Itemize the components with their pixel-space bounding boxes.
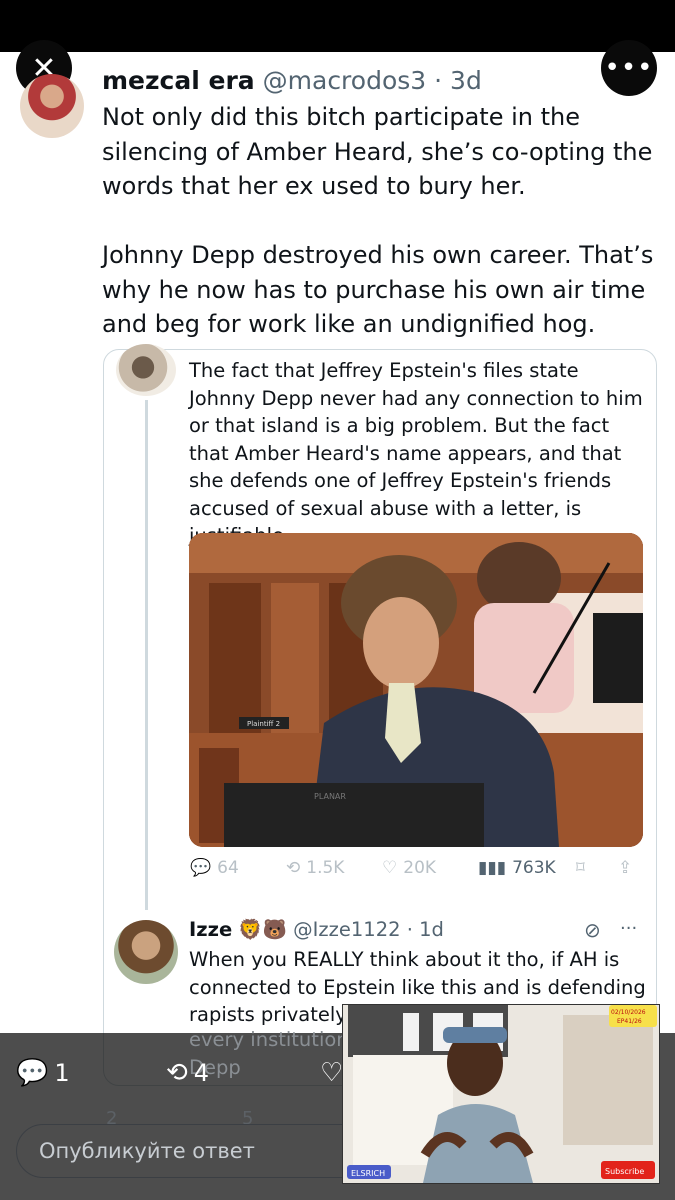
timestamp: · 1d xyxy=(406,918,444,941)
display-name[interactable]: Izze xyxy=(189,918,232,941)
share-icon: ⇪ xyxy=(618,858,633,878)
video-episode-badge: EP41/26 xyxy=(617,1018,642,1025)
status-bar xyxy=(0,0,675,52)
quoted-action-bar: 💬 64 ⟲ 1.5K ♡ 20K ▮▮▮ 763K ⌑ ⇪ xyxy=(190,858,640,886)
repost-button[interactable]: ⟲ 4 xyxy=(166,1058,209,1088)
reply-placeholder: Опубликуйте ответ xyxy=(39,1139,255,1163)
like-icon: ♡ xyxy=(382,858,398,878)
repost-count: 1.5K xyxy=(306,858,345,878)
grok-icon[interactable]: ⊘ xyxy=(584,918,601,942)
reply-header: Izze 🦁🐻 @Izze1122 · 1d xyxy=(189,918,444,941)
reply-count: 64 xyxy=(217,858,239,878)
reply-icon: 💬 xyxy=(16,1058,49,1088)
name-emojis: 🦁🐻 xyxy=(238,918,287,941)
post-header: mezcal era @macrodos3 · 3d xyxy=(102,66,482,95)
subscribe-button: Subscribe xyxy=(605,1167,644,1176)
views-icon: ▮▮▮ xyxy=(478,858,507,878)
plaintiff-placard: Plaintiff 2 xyxy=(247,720,280,728)
like-icon: ♡ xyxy=(320,1058,344,1088)
like-count: 20K xyxy=(403,858,437,878)
video-frame: 02/10/2026 EP41/26 ELSRICH Subscribe xyxy=(343,1005,659,1183)
view-count: 763K xyxy=(512,858,556,878)
like-button[interactable]: ♡ 20K xyxy=(382,858,436,878)
monitor-label: PLANAR xyxy=(314,792,346,801)
display-name[interactable]: mezcal era xyxy=(102,66,255,95)
bookmark-icon: ⌑ xyxy=(576,858,585,878)
more-icon[interactable]: ··· xyxy=(620,918,637,939)
like-button[interactable]: ♡ xyxy=(320,1058,343,1088)
picture-in-picture-video[interactable]: 02/10/2026 EP41/26 ELSRICH Subscribe xyxy=(342,1004,660,1184)
reply-button[interactable]: 💬 1 xyxy=(16,1058,70,1088)
courtroom-photo[interactable]: PLANAR Plaintiff 2 xyxy=(189,533,643,847)
reply-text-overflow: every institution xyxy=(189,1028,349,1051)
quoted-post-text: The fact that Jeffrey Epstein's files st… xyxy=(189,359,643,547)
avatar[interactable] xyxy=(114,920,178,984)
reply-button[interactable]: 💬 64 xyxy=(190,858,239,878)
repost-icon: ⟲ xyxy=(166,1058,188,1088)
repost-button[interactable]: ⟲ 1.5K xyxy=(286,858,344,878)
post-text: Not only did this bitch participate in t… xyxy=(102,103,654,338)
thread-line xyxy=(145,400,148,910)
more-options-button[interactable]: ••• xyxy=(601,40,657,96)
more-icon: ••• xyxy=(604,53,654,83)
share-button[interactable]: ⇪ xyxy=(618,858,632,878)
repost-count: 4 xyxy=(193,1059,210,1087)
bookmark-button[interactable]: ⌑ xyxy=(576,858,585,878)
channel-label: ELSRICH xyxy=(351,1169,385,1178)
video-date-badge: 02/10/2026 xyxy=(611,1009,646,1016)
reply-input[interactable]: Опубликуйте ответ xyxy=(16,1124,376,1178)
avatar[interactable] xyxy=(20,74,84,138)
reply-icon: 💬 xyxy=(190,858,212,878)
timestamp: · 3d xyxy=(434,66,482,95)
photo-image: PLANAR Plaintiff 2 xyxy=(189,533,643,847)
views-button[interactable]: ▮▮▮ 763K xyxy=(478,858,556,878)
handle[interactable]: @Izze1122 xyxy=(293,918,400,941)
avatar[interactable] xyxy=(116,344,176,396)
handle[interactable]: @macrodos3 xyxy=(263,66,427,95)
reply-count: 1 xyxy=(54,1059,70,1087)
repost-icon: ⟲ xyxy=(286,858,301,878)
